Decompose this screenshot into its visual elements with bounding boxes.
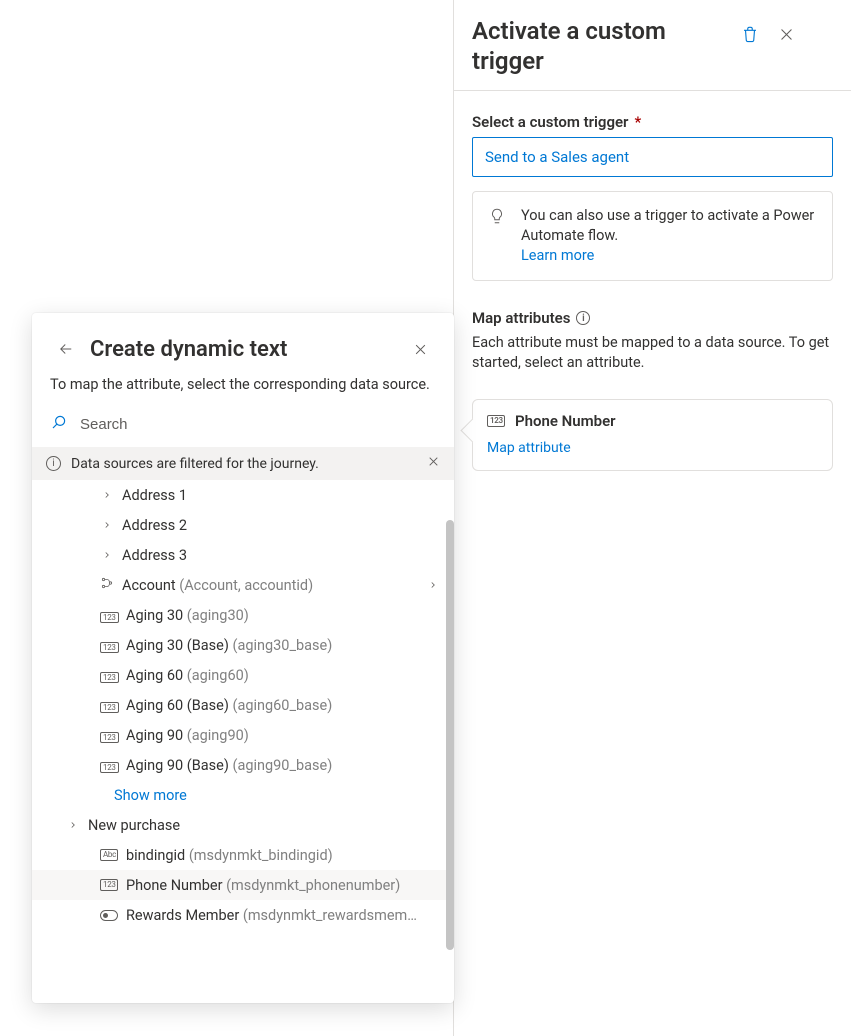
delete-button[interactable] [732, 16, 768, 52]
panel-header: Activate a custom trigger [454, 0, 851, 91]
show-more-link[interactable]: Show more [32, 780, 454, 810]
text-type-icon: Abc [100, 849, 118, 861]
popup-title: Create dynamic text [90, 337, 404, 362]
trigger-section: Select a custom trigger * Send to a Sale… [454, 91, 851, 471]
number-type-icon: 123 [100, 612, 119, 623]
number-type-icon: 123 [100, 642, 119, 653]
attribute-header: 123 Phone Number [487, 412, 818, 430]
popup-header: Create dynamic text [32, 313, 454, 375]
tree-item-aging[interactable]: 123Aging 30 (Base) (aging30_base) [32, 630, 454, 660]
close-icon [413, 342, 428, 357]
popup-close-button[interactable] [404, 333, 436, 365]
required-indicator: * [634, 113, 641, 131]
trigger-label-text: Select a custom trigger [472, 113, 628, 131]
tree-item-aging[interactable]: 123Aging 60 (aging60) [32, 660, 454, 690]
tree-item-address[interactable]: Address 1 [32, 480, 454, 510]
tree-item-account[interactable]: Account (Account, accountid) [32, 570, 454, 600]
tree-item-field[interactable]: Abcbindingid (msdynmkt_bindingid) [32, 840, 454, 870]
filter-text: Data sources are filtered for the journe… [71, 456, 319, 472]
tip-box: You can also use a trigger to activate a… [472, 191, 833, 281]
panel-title: Activate a custom trigger [472, 16, 732, 76]
trigger-select[interactable]: Send to a Sales agent [472, 137, 833, 177]
learn-more-link[interactable]: Learn more [521, 247, 594, 264]
number-type-icon: 123 [100, 672, 119, 683]
dynamic-text-popup: Create dynamic text To map the attribute… [32, 313, 454, 1003]
number-type-icon: 123 [100, 702, 119, 713]
trigger-field-label: Select a custom trigger * [472, 113, 833, 131]
tree-item-aging[interactable]: 123Aging 90 (Base) (aging90_base) [32, 750, 454, 780]
dismiss-filter-button[interactable] [427, 455, 440, 472]
arrow-left-icon [57, 340, 75, 358]
info-icon: i [46, 456, 61, 471]
search-row [32, 409, 454, 447]
boolean-type-icon [100, 910, 118, 921]
side-panel: Activate a custom trigger Select a custo… [453, 0, 851, 1036]
tip-text: You can also use a trigger to activate a… [521, 207, 814, 244]
map-attributes-header: Map attributes i [472, 309, 833, 327]
number-type-icon: 123 [100, 879, 118, 891]
map-attributes-desc: Each attribute must be mapped to a data … [472, 333, 833, 373]
relation-icon [100, 576, 114, 594]
popup-desc: To map the attribute, select the corresp… [32, 375, 454, 409]
trash-icon [741, 25, 759, 43]
number-type-icon: 123 [100, 762, 119, 773]
info-icon[interactable]: i [576, 311, 590, 325]
tree-item-field[interactable]: 123Phone Number (msdynmkt_phonenumber) [32, 870, 454, 900]
close-icon [778, 26, 795, 43]
filter-bar: i Data sources are filtered for the jour… [32, 447, 454, 480]
search-icon [50, 413, 68, 435]
search-input[interactable] [78, 415, 436, 434]
map-header-text: Map attributes [472, 309, 570, 327]
lightbulb-icon [487, 206, 507, 226]
tree-item-aging[interactable]: 123Aging 30 (aging30) [32, 600, 454, 630]
tree-item-address[interactable]: Address 2 [32, 510, 454, 540]
attribute-card[interactable]: 123 Phone Number Map attribute [472, 399, 833, 471]
attribute-name: Phone Number [515, 412, 616, 430]
tree-item-address[interactable]: Address 3 [32, 540, 454, 570]
close-panel-button[interactable] [768, 16, 804, 52]
data-source-tree[interactable]: Address 1Address 2Address 3Account (Acco… [32, 480, 454, 1003]
number-type-icon: 123 [487, 415, 505, 427]
tree-item-aging[interactable]: 123Aging 60 (Base) (aging60_base) [32, 690, 454, 720]
number-type-icon: 123 [100, 732, 119, 743]
scrollbar-thumb[interactable] [446, 520, 454, 950]
map-attribute-link[interactable]: Map attribute [487, 440, 818, 456]
tree-item-new-purchase[interactable]: New purchase [32, 810, 454, 840]
back-button[interactable] [50, 333, 82, 365]
tree-item-field[interactable]: Rewards Member (msdynmkt_rewardsmem… [32, 900, 454, 930]
tree-item-aging[interactable]: 123Aging 90 (aging90) [32, 720, 454, 750]
